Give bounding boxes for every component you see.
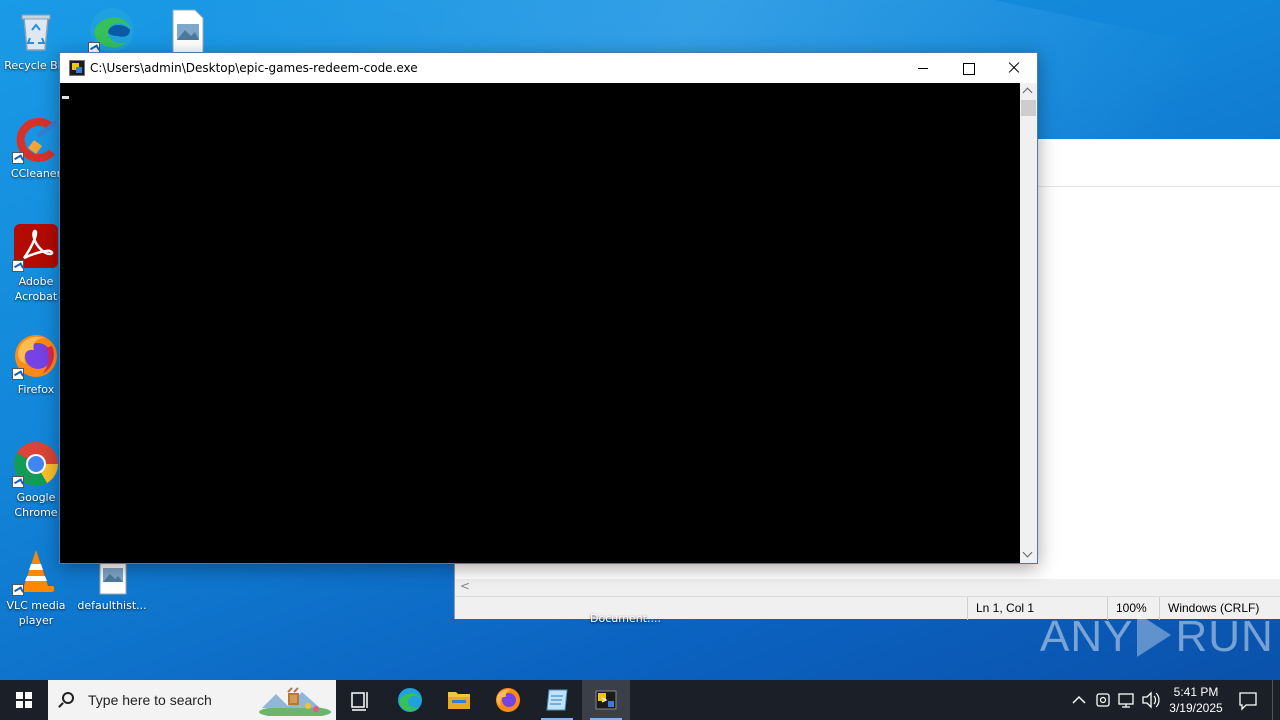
notepad-horizontal-scrollbar[interactable]: < — [455, 579, 1280, 596]
chrome-icon — [12, 440, 60, 488]
action-center-button[interactable] — [1232, 680, 1264, 720]
scroll-thumb[interactable] — [1021, 100, 1036, 116]
console-title-bar[interactable]: C:\Users\admin\Desktop\epic-games-redeem… — [60, 53, 1037, 83]
show-desktop-button[interactable] — [1272, 680, 1280, 720]
file-explorer-icon — [448, 692, 470, 709]
shortcut-arrow-icon — [12, 476, 24, 488]
firefox-icon — [12, 332, 60, 380]
watermark-left-text: ANY — [1040, 612, 1134, 661]
task-view-icon — [351, 692, 368, 711]
shortcut-arrow-icon — [12, 152, 24, 164]
clock-date: 3/19/2025 — [1169, 701, 1223, 715]
desktop-icon-document-label[interactable]: Document.... — [590, 612, 661, 625]
windows-logo-icon — [16, 692, 32, 708]
desktop-icon-edge[interactable] — [76, 6, 148, 56]
notepad-icon — [546, 689, 568, 711]
show-hidden-icons-button[interactable] — [1068, 680, 1090, 720]
search-box[interactable]: Type here to search — [48, 680, 336, 720]
anyrun-watermark: ANY RUN — [1040, 612, 1274, 662]
scroll-up-arrow-icon[interactable] — [1020, 83, 1037, 100]
start-button[interactable] — [0, 680, 48, 720]
watermark-right-text: RUN — [1175, 612, 1274, 661]
desktop: Recycle Bin CCleaner Adobe Acrobat Firef… — [0, 0, 1280, 680]
taskbar-file-explorer[interactable] — [435, 680, 483, 720]
tray-network[interactable] — [1116, 680, 1138, 720]
console-vertical-scrollbar[interactable] — [1020, 83, 1037, 563]
window-title: C:\Users\admin\Desktop\epic-games-redeem… — [90, 61, 418, 75]
clock-time: 5:41 PM — [1173, 685, 1219, 699]
taskbar-firefox[interactable] — [484, 680, 532, 720]
taskbar-console-app[interactable] — [582, 680, 630, 720]
recycle-bin-icon — [12, 8, 60, 56]
play-logo-icon — [1137, 613, 1172, 657]
tray-volume[interactable] — [1140, 680, 1162, 720]
vlc-icon — [12, 548, 60, 596]
desktop-icon-label: VLC media player — [6, 599, 66, 627]
console-app-icon — [595, 690, 617, 710]
desktop-icon-label: defaulthist... — [77, 599, 147, 612]
ccleaner-icon — [12, 116, 60, 164]
search-icon — [62, 692, 74, 704]
close-button[interactable] — [991, 53, 1037, 83]
meet-icon — [1096, 693, 1110, 707]
search-highlight-art-icon — [258, 684, 332, 718]
minimize-button[interactable] — [900, 53, 946, 83]
scroll-down-arrow-icon[interactable] — [1020, 546, 1037, 563]
console-app-icon — [69, 60, 85, 76]
adobe-acrobat-icon — [12, 224, 60, 272]
taskbar: Type here to search 5:41 PM 3/19/2025 — [0, 680, 1280, 720]
edge-icon — [398, 688, 422, 712]
tray-meet-now[interactable] — [1092, 680, 1114, 720]
taskbar-clock[interactable]: 5:41 PM 3/19/2025 — [1160, 680, 1232, 720]
shortcut-arrow-icon — [12, 368, 24, 380]
taskbar-edge[interactable] — [386, 680, 434, 720]
shortcut-arrow-icon — [12, 584, 24, 596]
desktop-icon-image-file[interactable] — [151, 8, 223, 58]
taskbar-notepad[interactable] — [533, 680, 581, 720]
maximize-button[interactable] — [945, 53, 991, 83]
network-icon — [1118, 693, 1134, 708]
scroll-left-arrow-icon[interactable]: < — [460, 579, 470, 593]
notification-icon — [1239, 692, 1257, 711]
chevron-up-icon — [1072, 695, 1086, 704]
text-cursor — [62, 96, 69, 99]
taskbar-task-view[interactable] — [336, 680, 384, 720]
image-file-icon — [163, 8, 211, 56]
console-window[interactable]: C:\Users\admin\Desktop\epic-games-redeem… — [59, 52, 1038, 564]
console-output-area[interactable] — [60, 83, 1020, 563]
volume-icon — [1142, 691, 1160, 709]
edge-icon — [88, 6, 136, 54]
search-placeholder: Type here to search — [88, 692, 212, 708]
shortcut-arrow-icon — [12, 260, 24, 272]
firefox-icon — [496, 688, 520, 712]
desktop-icon-defaulthist[interactable]: defaulthist... — [76, 555, 148, 613]
